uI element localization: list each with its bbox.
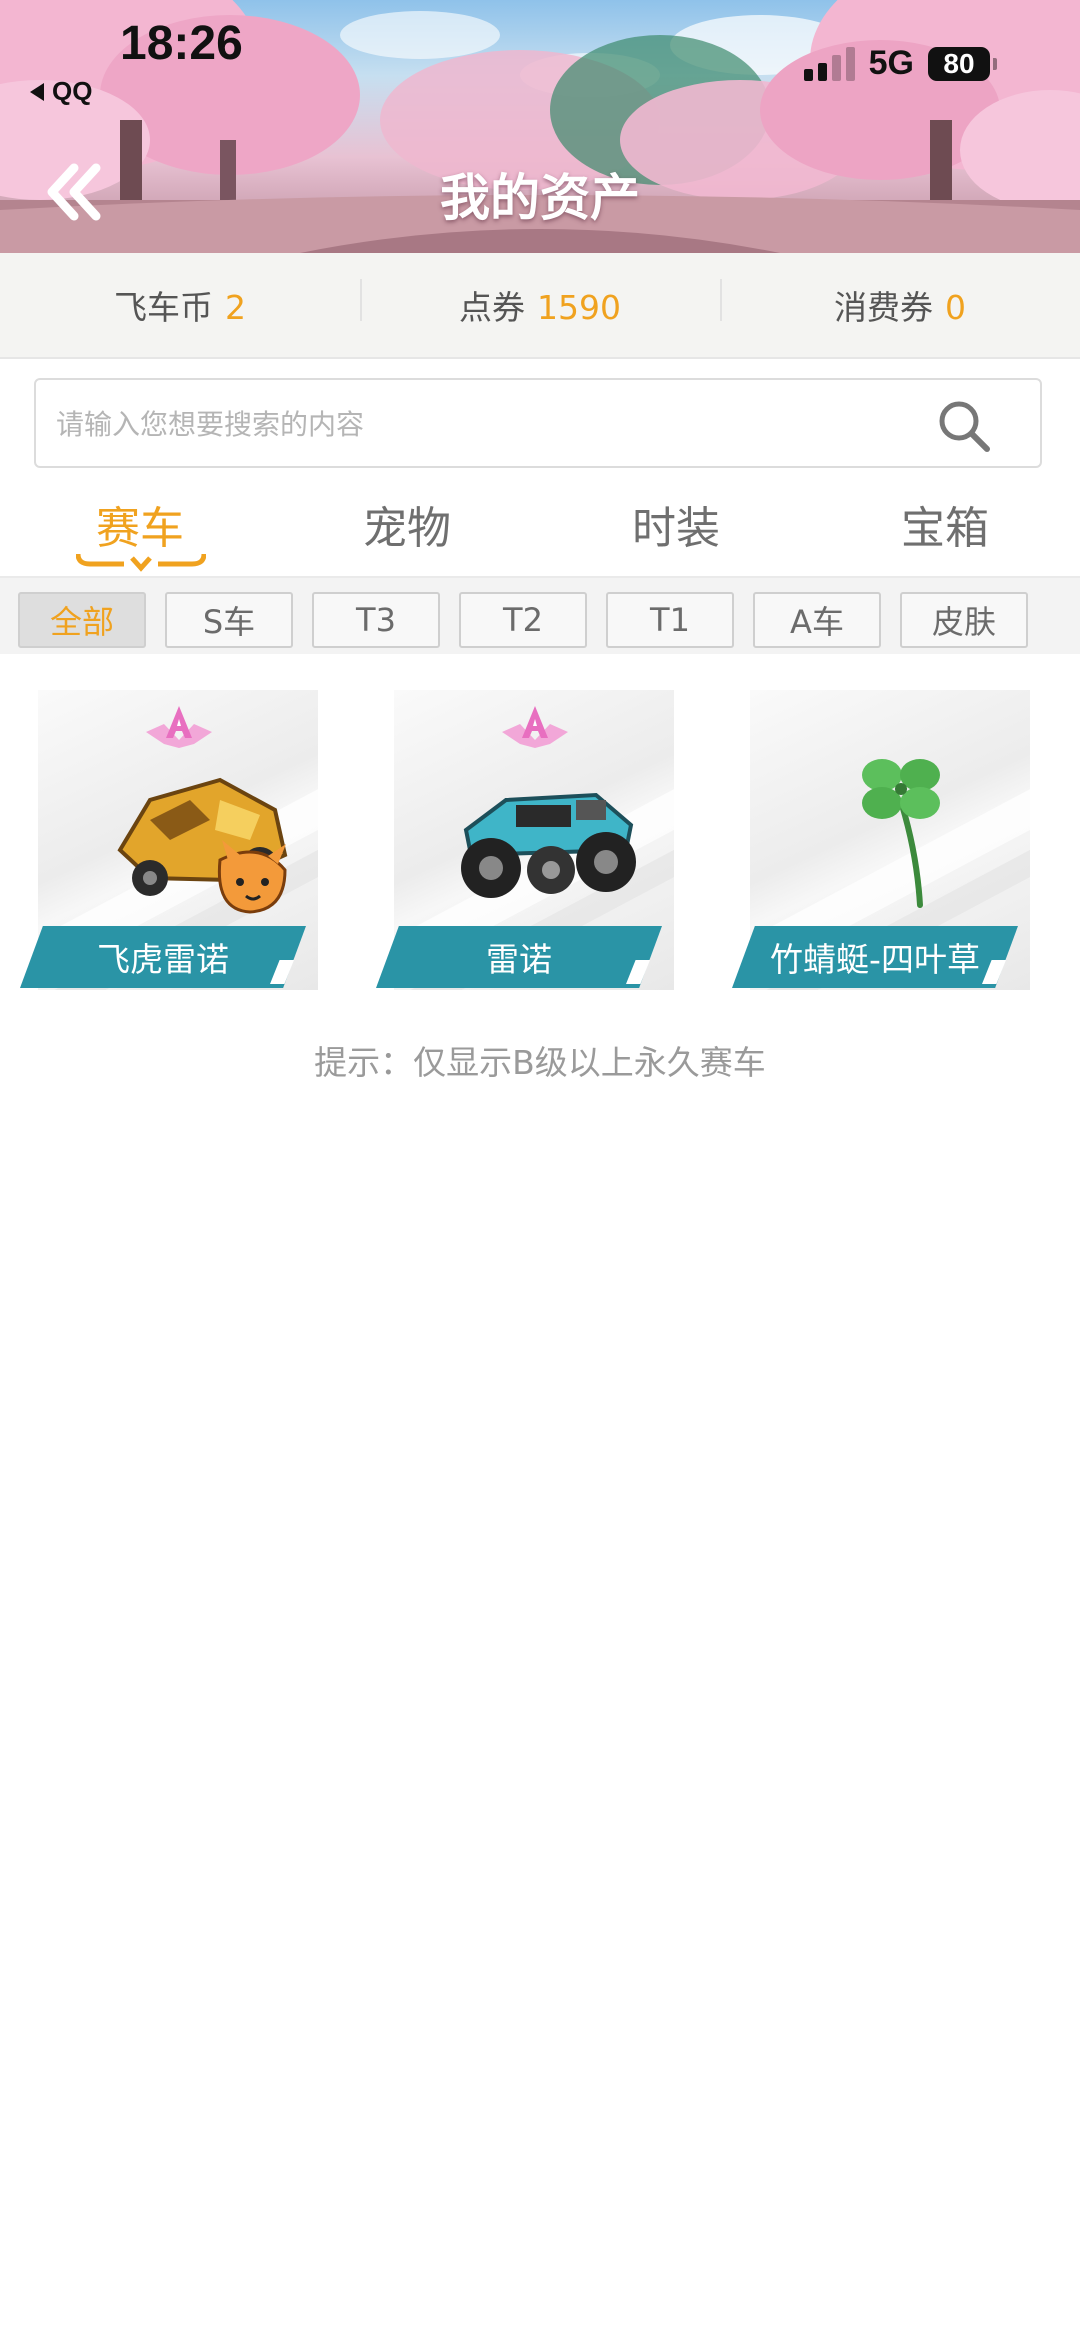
filter-t2[interactable]: T2 — [459, 592, 587, 648]
back-to-app-link[interactable]: QQ — [30, 76, 92, 107]
battery-level: 80 — [943, 47, 975, 79]
currency-value: 2 — [225, 288, 246, 327]
item-name: 飞虎雷诺 — [97, 940, 229, 979]
category-tabs: 赛车 宠物 时装 宝箱 — [0, 478, 1080, 578]
item-card[interactable]: 飞虎雷诺 — [20, 690, 320, 996]
status-time: 18:26 — [120, 17, 243, 70]
tab-pets[interactable]: 宠物 — [327, 492, 487, 556]
search-icon[interactable] — [936, 398, 992, 454]
currency-voucher: 消费券 0 — [720, 279, 1080, 329]
page-title: 我的资产 — [440, 169, 640, 227]
item-name: 竹蜻蜓-四叶草 — [770, 940, 980, 979]
tab-chests[interactable]: 宝箱 — [865, 492, 1025, 556]
item-name-label: 雷诺 — [376, 926, 662, 988]
currency-bar: 飞车币 2 点券 1590 消费券 0 — [0, 253, 1080, 359]
back-triangle-icon — [30, 82, 44, 101]
filter-a-car[interactable]: A车 — [753, 592, 881, 648]
filter-t1[interactable]: T1 — [606, 592, 734, 648]
filter-t3[interactable]: T3 — [312, 592, 440, 648]
search-input[interactable] — [54, 380, 938, 468]
item-name-label: 飞虎雷诺 — [20, 926, 306, 988]
monster-truck-image — [461, 792, 636, 898]
item-card[interactable]: 竹蜻蜓-四叶草 — [732, 690, 1032, 996]
item-name-label: 竹蜻蜓-四叶草 — [732, 926, 1018, 988]
currency-label: 消费券 — [834, 288, 933, 327]
header-banner: 18:26 QQ 5G 80 我的资产 — [0, 0, 1080, 253]
currency-points: 点券 1590 — [360, 279, 720, 329]
active-tab-indicator — [76, 553, 206, 572]
currency-speed-coin: 飞车币 2 — [0, 281, 360, 329]
item-name: 雷诺 — [486, 940, 552, 979]
back-app-label: QQ — [52, 76, 93, 106]
filter-bar: 全部 S车 T3 T2 T1 A车 皮肤 — [0, 578, 1080, 654]
grade-a-badge-icon — [502, 706, 568, 748]
four-leaf-clover-image — [862, 759, 940, 908]
battery-icon: 80 — [928, 46, 997, 81]
filter-all[interactable]: 全部 — [18, 592, 146, 648]
filter-s-car[interactable]: S车 — [165, 592, 293, 648]
currency-label: 飞车币 — [114, 288, 213, 327]
currency-value: 1590 — [537, 288, 621, 327]
hint-text: 提示：仅显示B级以上永久赛车 — [314, 1043, 766, 1082]
tiger-car-image — [117, 777, 288, 914]
tab-outfits[interactable]: 时装 — [596, 492, 756, 556]
signal-strength-icon — [803, 46, 855, 81]
item-card[interactable]: 雷诺 — [376, 690, 676, 996]
network-type: 5G — [868, 44, 914, 82]
tab-cars[interactable]: 赛车 — [60, 492, 220, 556]
status-indicators: 5G 80 — [803, 44, 997, 83]
filter-skins[interactable]: 皮肤 — [900, 592, 1028, 648]
grade-a-badge-icon — [146, 706, 212, 748]
currency-value: 0 — [945, 288, 966, 327]
currency-label: 点券 — [459, 288, 525, 327]
search-box — [34, 378, 1042, 468]
